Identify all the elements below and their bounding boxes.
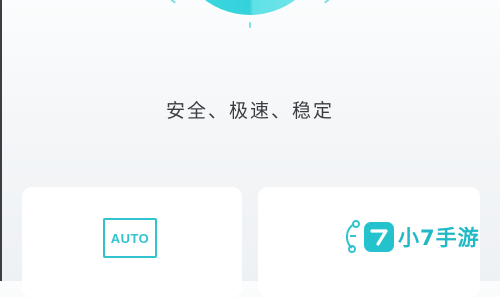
seven-logo-icon (364, 222, 394, 252)
dial-tick (170, 0, 176, 4)
auto-icon: AUTO (103, 218, 157, 258)
slogan-text: 安全、极速、稳定 (165, 100, 334, 122)
window-edge (0, 0, 2, 281)
watermark: 小7手游 (364, 222, 480, 252)
dial-tick (324, 0, 330, 4)
auto-icon-label: AUTO (110, 230, 150, 246)
speed-dial (150, 0, 350, 40)
watermark-text: 小7手游 (398, 226, 480, 250)
dial-tick (249, 22, 251, 28)
speed-dial-gauge (175, 0, 325, 15)
